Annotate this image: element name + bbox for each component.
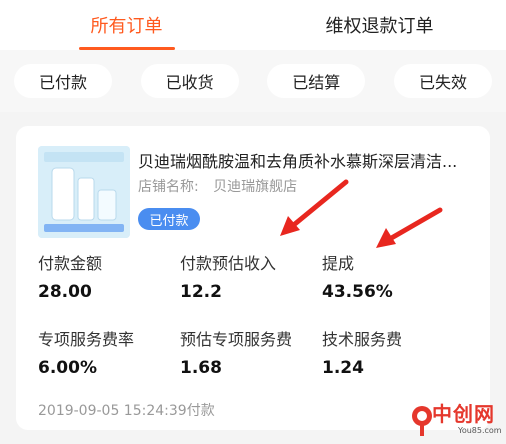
tab-all-orders-label: 所有订单 — [90, 16, 163, 37]
status-filter-bar: 已付款 已收货 已结算 已失效 — [0, 50, 506, 112]
product-thumbnail[interactable] — [38, 146, 130, 238]
metric-label: 专项服务费率 — [38, 330, 135, 349]
filter-paid-button[interactable]: 已付款 — [14, 64, 112, 98]
metric-label: 付款金额 — [38, 254, 103, 273]
metric-value: 1.68 — [180, 358, 222, 378]
metric-label: 预估专项服务费 — [180, 330, 293, 349]
filter-received-button[interactable]: 已收货 — [140, 64, 239, 98]
filter-settled-button[interactable]: 已结算 — [267, 64, 366, 98]
metric-value: 12.2 — [180, 282, 222, 302]
status-badge: 已付款 — [138, 208, 200, 230]
metric-tech-service-fee: 技术服务费 1.24 — [322, 326, 402, 378]
watermark-logo: 中创网 You85.com — [410, 400, 502, 440]
metric-estimated-income: 付款预估收入 12.2 — [180, 250, 276, 302]
filter-invalid-button[interactable]: 已失效 — [393, 64, 492, 98]
watermark-badge-icon — [412, 406, 432, 436]
metric-value: 6.00% — [38, 358, 97, 378]
product-image-icon — [38, 146, 130, 238]
tab-refund-orders-label: 维权退款订单 — [325, 16, 434, 37]
watermark-url: You85.com — [458, 426, 502, 435]
product-title[interactable]: 贝迪瑞烟酰胺温和去角质补水慕斯深层清洁... — [138, 148, 478, 172]
metric-label: 付款预估收入 — [180, 254, 277, 273]
metric-label: 技术服务费 — [322, 330, 403, 349]
shop-label: 店铺名称: — [138, 179, 199, 195]
tab-all-orders[interactable]: 所有订单 — [0, 0, 253, 50]
shop-name: 贝迪瑞旗舰店 — [213, 179, 298, 195]
metric-label: 提成 — [322, 254, 355, 273]
watermark-text: 中创网 — [432, 402, 495, 426]
shop-info: 店铺名称: 贝迪瑞旗舰店 — [138, 176, 297, 196]
tab-refund-orders[interactable]: 维权退款订单 — [253, 0, 506, 50]
metric-value: 28.00 — [38, 282, 92, 302]
order-tabs: 所有订单 维权退款订单 — [0, 0, 506, 50]
metric-value: 1.24 — [322, 358, 364, 378]
order-card[interactable]: 贝迪瑞烟酰胺温和去角质补水慕斯深层清洁... 店铺名称: 贝迪瑞旗舰店 已付款 … — [16, 126, 490, 430]
metric-value: 43.56% — [322, 282, 393, 302]
metric-commission: 提成 43.56% — [322, 250, 393, 302]
payment-timestamp: 2019-09-05 15:24:39付款 — [38, 403, 215, 419]
metric-payment-amount: 付款金额 28.00 — [38, 250, 102, 302]
metric-service-fee-rate: 专项服务费率 6.00% — [38, 326, 134, 378]
metric-estimated-service-fee: 预估专项服务费 1.68 — [180, 326, 292, 378]
